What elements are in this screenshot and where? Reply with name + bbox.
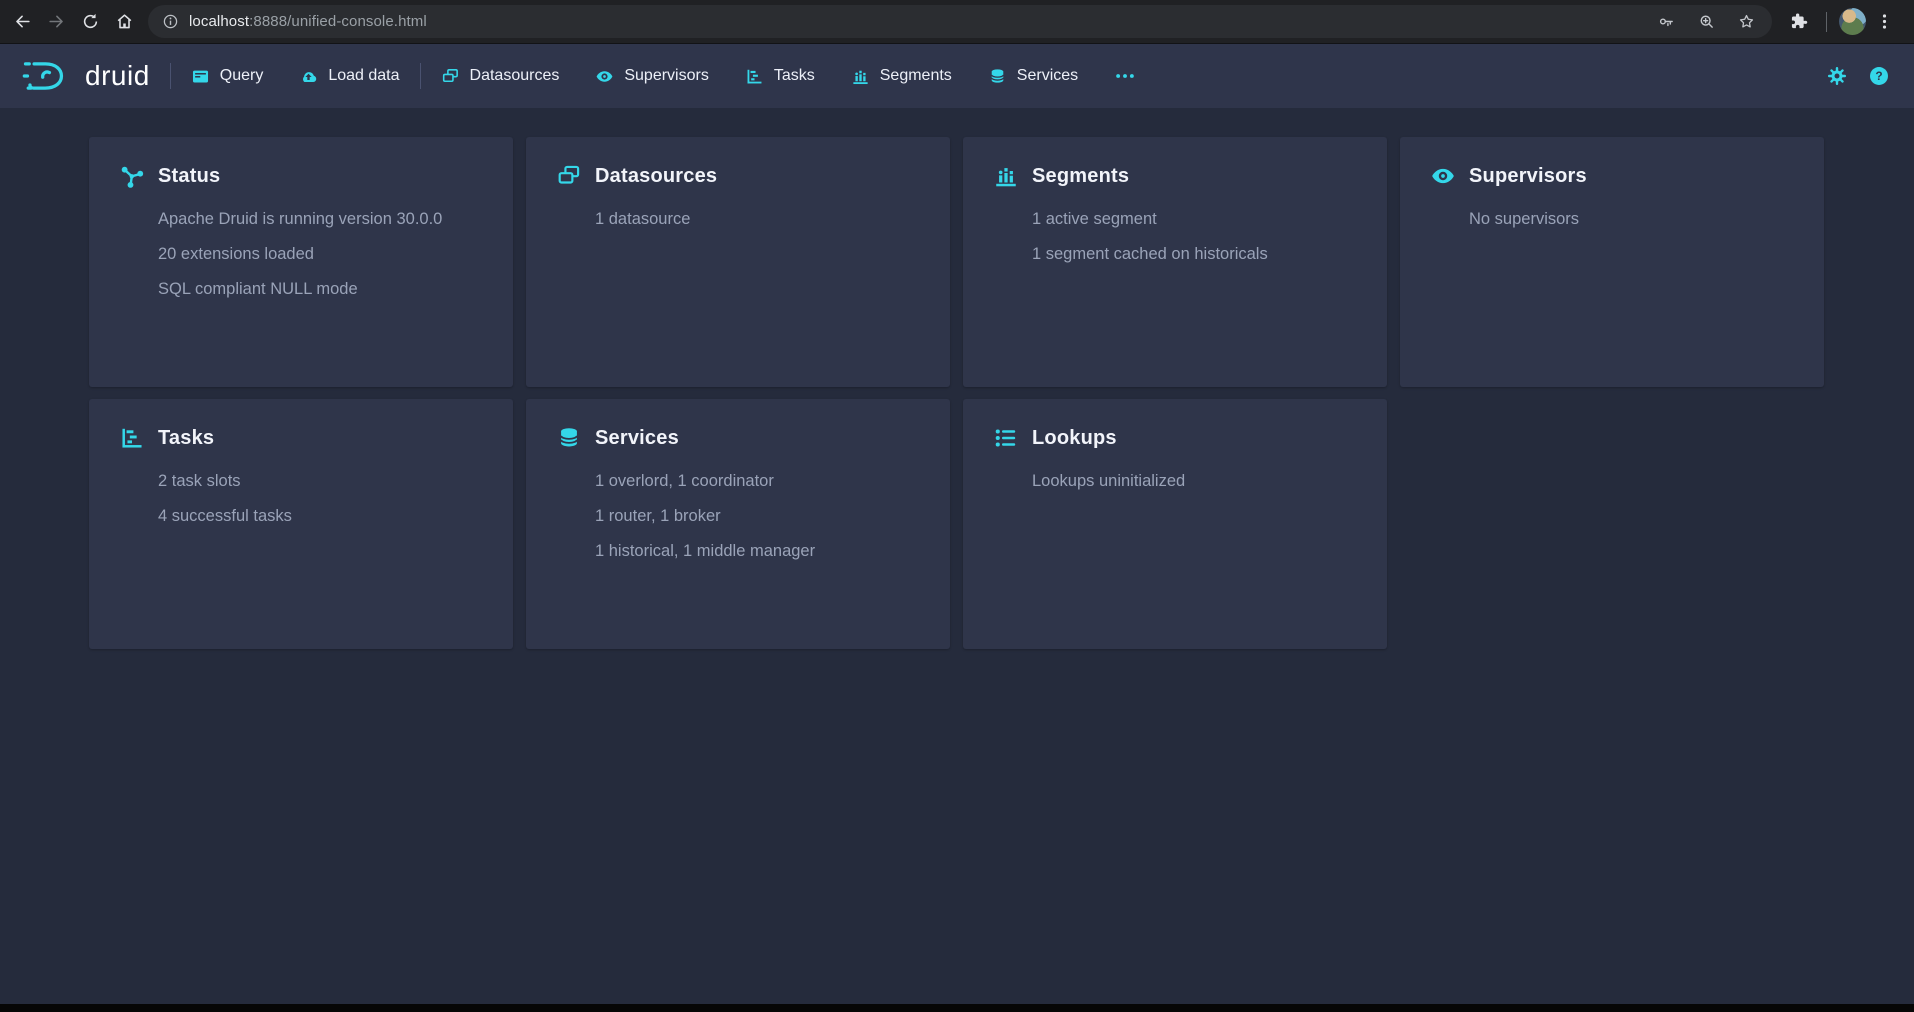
home-icon — [115, 12, 134, 31]
tasks-card-title: Tasks — [158, 427, 214, 450]
services-line: 1 historical, 1 middle manager — [595, 540, 922, 562]
datasources-card[interactable]: Datasources 1 datasource — [526, 137, 950, 387]
nav-item-services[interactable]: Services — [988, 67, 1078, 86]
key-icon — [1658, 13, 1675, 30]
forward-icon — [47, 12, 66, 31]
nav-label: Segments — [880, 67, 952, 85]
datasources-card-title: Datasources — [595, 165, 717, 188]
nav-label: Tasks — [774, 67, 815, 85]
bar-chart-icon — [851, 67, 870, 86]
supervisors-card[interactable]: Supervisors No supervisors — [1400, 137, 1824, 387]
stacked-cubes-icon — [441, 67, 460, 86]
window-bottom-edge — [0, 1004, 1914, 1012]
ellipsis-icon — [1114, 65, 1136, 87]
navbar-divider — [420, 63, 421, 89]
nav-item-datasources[interactable]: Datasources — [441, 67, 560, 86]
nav-item-load-data[interactable]: Load data — [299, 67, 399, 86]
back-icon — [13, 12, 32, 31]
nav-label: Datasources — [470, 67, 560, 85]
bookmark-button[interactable] — [1734, 10, 1758, 34]
status-card-title: Status — [158, 165, 220, 188]
status-card[interactable]: Status Apache Druid is running version 3… — [89, 137, 513, 387]
lookups-card-title: Lookups — [1032, 427, 1117, 450]
url-host: localhost — [189, 13, 249, 30]
nav-label: Query — [220, 67, 264, 85]
navbar-divider — [170, 63, 171, 89]
graph-icon — [119, 163, 145, 189]
gantt-chart-icon — [745, 67, 764, 86]
settings-gear-icon[interactable] — [1826, 65, 1848, 87]
eye-icon — [1430, 163, 1456, 189]
url-text: localhost:8888/unified-console.html — [189, 13, 1644, 30]
back-button[interactable] — [6, 6, 38, 38]
nav-label: Supervisors — [624, 67, 708, 85]
datasources-line: 1 datasource — [595, 208, 922, 230]
database-icon — [988, 67, 1007, 86]
reload-icon — [81, 12, 100, 31]
segments-line: 1 segment cached on historicals — [1032, 243, 1359, 265]
druid-logo-icon — [22, 57, 72, 95]
lookups-card[interactable]: Lookups Lookups uninitialized — [963, 399, 1387, 649]
services-line: 1 router, 1 broker — [595, 505, 922, 527]
nav-item-supervisors[interactable]: Supervisors — [595, 67, 708, 86]
puzzle-icon — [1789, 12, 1808, 31]
site-info-icon[interactable] — [162, 13, 179, 30]
browser-menu-button[interactable] — [1868, 6, 1900, 38]
cloud-upload-icon — [299, 67, 318, 86]
supervisors-line: No supervisors — [1469, 208, 1796, 230]
database-icon — [556, 425, 582, 451]
segments-line: 1 active segment — [1032, 208, 1359, 230]
status-line: 20 extensions loaded — [158, 243, 485, 265]
segments-card-title: Segments — [1032, 165, 1129, 188]
tasks-line: 4 successful tasks — [158, 505, 485, 527]
gantt-chart-icon — [119, 425, 145, 451]
zoom-in-icon — [1698, 13, 1715, 30]
help-icon[interactable] — [1868, 65, 1890, 87]
druid-navbar: druid Query Load data Datasources Superv… — [0, 44, 1914, 108]
nav-item-query[interactable]: Query — [191, 67, 264, 86]
address-bar[interactable]: localhost:8888/unified-console.html — [148, 5, 1772, 38]
status-line: Apache Druid is running version 30.0.0 — [158, 208, 485, 230]
services-card-title: Services — [595, 427, 679, 450]
profile-avatar[interactable] — [1839, 8, 1866, 35]
tasks-card[interactable]: Tasks 2 task slots 4 successful tasks — [89, 399, 513, 649]
druid-logo[interactable]: druid — [22, 57, 150, 95]
stacked-cubes-icon — [556, 163, 582, 189]
segments-card[interactable]: Segments 1 active segment 1 segment cach… — [963, 137, 1387, 387]
home-view: Status Apache Druid is running version 3… — [0, 108, 1914, 1004]
lookups-line: Lookups uninitialized — [1032, 470, 1359, 492]
password-manager-button[interactable] — [1654, 10, 1678, 34]
application-icon — [191, 67, 210, 86]
druid-logo-text: druid — [85, 60, 150, 92]
bar-chart-icon — [993, 163, 1019, 189]
nav-item-tasks[interactable]: Tasks — [745, 67, 815, 86]
url-path: :8888/unified-console.html — [249, 13, 427, 30]
home-button[interactable] — [108, 6, 140, 38]
tasks-line: 2 task slots — [158, 470, 485, 492]
nav-more-button[interactable] — [1114, 65, 1136, 87]
services-card[interactable]: Services 1 overlord, 1 coordinator 1 rou… — [526, 399, 950, 649]
nav-item-segments[interactable]: Segments — [851, 67, 952, 86]
zoom-button[interactable] — [1694, 10, 1718, 34]
status-line: SQL compliant NULL mode — [158, 278, 485, 300]
nav-label: Services — [1017, 67, 1078, 85]
star-icon — [1738, 13, 1755, 30]
extensions-button[interactable] — [1782, 6, 1814, 38]
supervisors-card-title: Supervisors — [1469, 165, 1587, 188]
toolbar-divider — [1826, 12, 1827, 32]
properties-list-icon — [993, 425, 1019, 451]
browser-toolbar: localhost:8888/unified-console.html — [0, 0, 1914, 44]
reload-button[interactable] — [74, 6, 106, 38]
nav-label: Load data — [328, 67, 399, 85]
forward-button[interactable] — [40, 6, 72, 38]
eye-icon — [595, 67, 614, 86]
kebab-menu-icon — [1875, 12, 1894, 31]
services-line: 1 overlord, 1 coordinator — [595, 470, 922, 492]
